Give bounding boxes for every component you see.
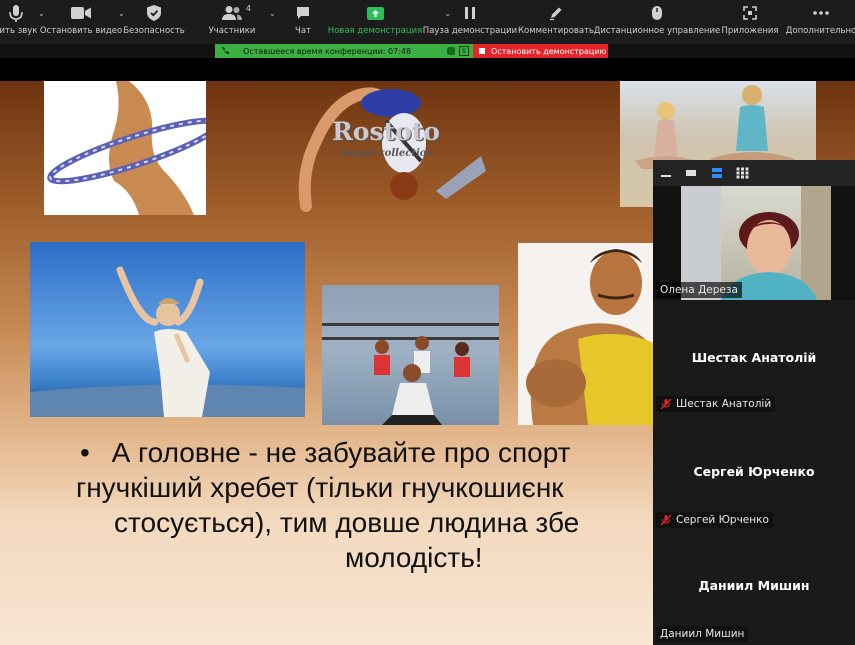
mic-icon: ⌄ [8, 0, 45, 26]
slide-body-text: • А головне - не забувайте про спорт гну… [70, 435, 670, 575]
chat-icon [295, 0, 311, 26]
video-camera-icon: ⌄ [70, 0, 125, 26]
gym-class-photo [322, 285, 499, 425]
remote-control-icon [651, 0, 663, 26]
bullet: • [80, 437, 90, 468]
annotate-icon [548, 0, 564, 26]
new-share-label: Новая демонстрация [327, 26, 423, 36]
speaker-view-icon[interactable] [710, 166, 724, 180]
slide-line-1-text: А головне - не забувайте про спорт [111, 437, 571, 468]
chevron-down-icon[interactable]: ⌄ [269, 9, 276, 18]
participant-tile[interactable]: Шестак Анатолій Шестак Анатолій [653, 302, 855, 414]
shield-icon [447, 47, 455, 55]
mic-muted-icon [660, 398, 672, 410]
mic-muted-icon [660, 514, 672, 526]
stop-video-label: Остановить видео [39, 26, 123, 36]
logo-subtitle: Image collection [340, 148, 434, 159]
minimize-icon[interactable] [659, 166, 673, 180]
participant-tile[interactable]: Даниил Мишин Даниил Мишин [653, 530, 855, 645]
hula-hoop-photo [44, 81, 206, 215]
participant-name-tag: Шестак Анатолій [656, 396, 776, 412]
slide-text-line-3: стосується), тим довше людина збе [114, 507, 580, 538]
stop-video-button[interactable]: ⌄ Остановить видео [40, 0, 125, 44]
participant-name-tag: Сергей Юрченко [656, 512, 773, 528]
participants-video-panel: Олена Дереза Шестак Анатолій Шестак Анат… [653, 160, 855, 645]
slide-text-line-4: молодість! [345, 542, 483, 573]
backbend-logo-image: Rostoto Image collection [286, 81, 486, 216]
phone-icon [221, 46, 230, 57]
slide-text-line-1: • А головне - не забувайте про спорт [70, 435, 670, 470]
remote-control-label: Дистанционное управление [593, 26, 721, 36]
share-status-bar: Оставшееся время конференции: 07:48 $ Ос… [0, 44, 855, 58]
pause-share-button[interactable]: Пауза демонстрации [423, 0, 517, 44]
participant-name-tag: Олена Дереза [656, 282, 742, 298]
dollar-icon: $ [459, 46, 469, 56]
stretching-woman-photo [30, 242, 305, 417]
muscular-man-photo [518, 243, 658, 425]
single-video-icon[interactable] [684, 166, 698, 180]
participant-name: Даниил Мишин [698, 578, 810, 593]
new-share-button[interactable]: ⌄ Новая демонстрация [328, 0, 451, 44]
security-button[interactable]: Безопасность [123, 0, 185, 44]
participant-name: Сергей Юрченко [693, 464, 815, 479]
more-icon [812, 0, 830, 26]
participants-button[interactable]: 4 ⌄ Участники [206, 0, 276, 44]
annotate-label: Комментировать [517, 26, 595, 36]
participant-label: Шестак Анатолій [676, 398, 772, 410]
participant-tile[interactable]: Сергей Юрченко Сергей Юрченко [653, 416, 855, 528]
annotate-button[interactable]: Комментировать [518, 0, 594, 44]
stop-share-button[interactable]: Остановить демонстрацию [473, 44, 608, 58]
logo-title: Rostoto [332, 117, 440, 146]
participant-label: Сергей Юрченко [676, 514, 769, 526]
participant-name-tag: Даниил Мишин [656, 626, 749, 642]
more-label: Дополнительно [785, 26, 855, 36]
stop-icon [479, 48, 485, 54]
share-screen-icon: ⌄ [366, 0, 451, 26]
remote-control-button[interactable]: Дистанционное управление [594, 0, 720, 44]
apps-icon [742, 0, 758, 26]
unmute-button[interactable]: ⌄ вить звук [0, 0, 45, 44]
stop-share-label: Остановить демонстрацию [491, 46, 607, 56]
slide-text-line-2: гнучкіший хребет (тільки гнучкошиєнк [76, 472, 564, 503]
unmute-label: вить звук [0, 26, 38, 36]
chat-label: Чат [295, 26, 311, 36]
pause-share-label: Пауза демонстрации [422, 26, 518, 36]
chat-button[interactable]: Чат [288, 0, 318, 44]
gallery-view-icon[interactable] [735, 166, 749, 180]
time-remaining-text: Оставшееся время конференции: 07:48 [243, 46, 412, 56]
participant-count: 4 [245, 4, 251, 13]
meeting-toolbar: ⌄ вить звук ⌄ Остановить видео Безопасно… [0, 0, 855, 44]
panel-view-controls [653, 160, 855, 186]
meeting-time-remaining[interactable]: Оставшееся время конференции: 07:48 $ [215, 44, 473, 58]
pause-icon [464, 0, 476, 26]
participant-name: Шестак Анатолій [691, 350, 817, 365]
shield-icon [146, 0, 162, 26]
security-label: Безопасность [123, 26, 185, 36]
participants-label: Участники [208, 26, 256, 36]
apps-button[interactable]: Приложения [721, 0, 779, 44]
top-black-band [0, 58, 855, 81]
participant-tile-video[interactable]: Олена Дереза [653, 186, 855, 300]
apps-label: Приложения [721, 26, 779, 36]
more-button[interactable]: Дополнительно [786, 0, 855, 44]
participants-icon: 4 ⌄ [221, 0, 276, 26]
